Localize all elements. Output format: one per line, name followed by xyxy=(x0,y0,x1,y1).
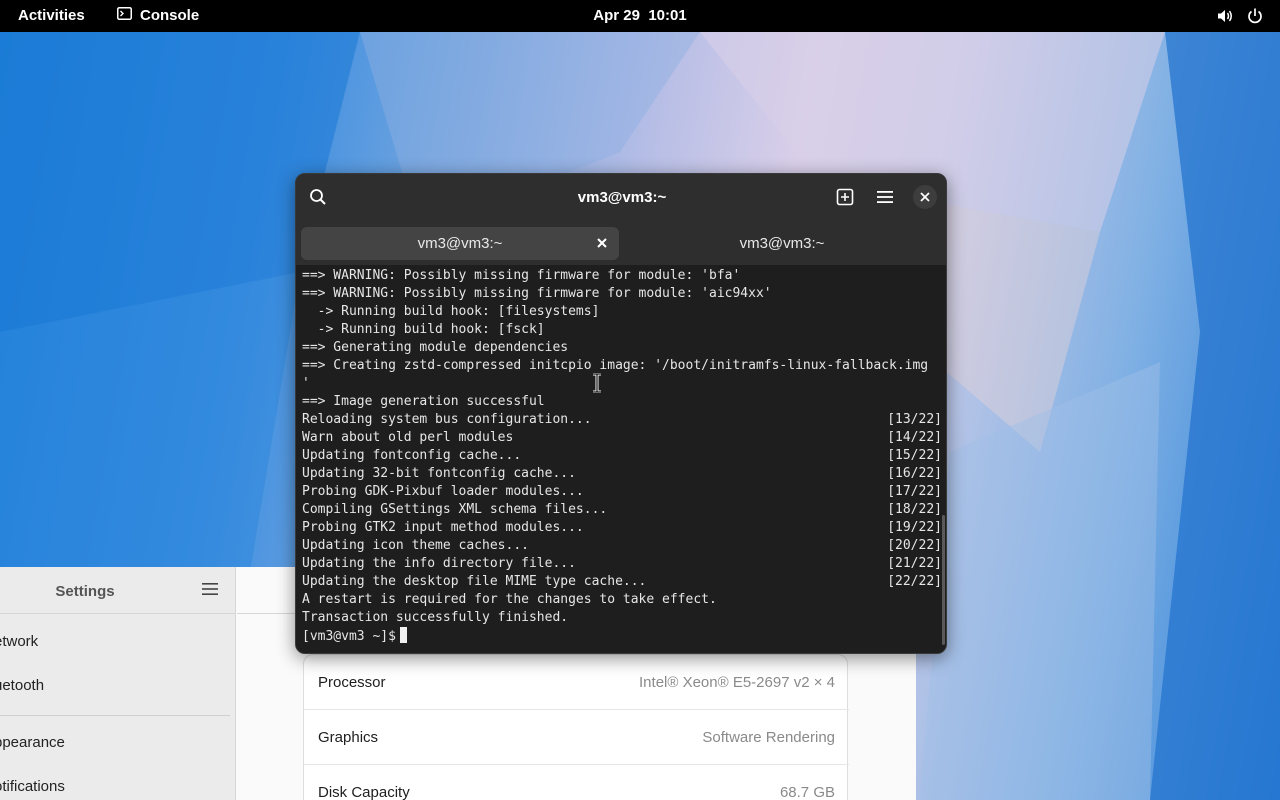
output-line: ==> Creating zstd-compressed initcpio im… xyxy=(302,358,929,373)
output-line: Compiling GSettings XML schema files...[… xyxy=(302,502,942,517)
tab-label: vm3@vm3:~ xyxy=(417,235,503,252)
about-row-processor: Processor Intel® Xeon® E5-2697 v2 × 4 xyxy=(304,655,849,710)
output-line: Transaction successfully finished. xyxy=(302,610,569,625)
progress-count: [14/22] xyxy=(887,430,942,445)
time-label: 10:01 xyxy=(648,7,687,24)
output-line: Updating icon theme caches... [20/22] xyxy=(302,538,942,553)
row-label: Graphics xyxy=(318,728,379,746)
system-tray[interactable] xyxy=(1216,7,1264,29)
row-value: Intel® Xeon® E5-2697 v2 × 4 xyxy=(639,673,835,691)
date-label: Apr 29 xyxy=(593,7,640,24)
progress-count: [19/22] xyxy=(887,520,942,535)
output-line: Updating fontconfig cache... [15/22] xyxy=(302,448,942,463)
tab-inactive[interactable]: vm3@vm3:~ xyxy=(623,227,941,260)
sidebar-item-bluetooth[interactable]: uetooth xyxy=(0,677,44,694)
sidebar-item-appearance[interactable]: ppearance xyxy=(0,734,65,751)
hamburger-menu-icon[interactable] xyxy=(873,185,897,209)
output-line: Probing GTK2 input method modules... [19/… xyxy=(302,520,942,535)
progress-count: [22/22] xyxy=(887,574,942,589)
terminal-icon xyxy=(117,7,132,24)
output-line: ==> Generating module dependencies xyxy=(302,340,569,355)
row-value: 68.7 GB xyxy=(779,783,835,800)
mouse-ibeam-icon xyxy=(592,372,602,398)
terminal-window: vm3@vm3:~ vm3@vm3:~ vm3@vm3:~ ==> WARNIN… xyxy=(295,173,947,654)
progress-count: [16/22] xyxy=(887,466,942,481)
output-line: -> Running build hook: [filesystems] xyxy=(302,304,600,319)
output-line: ==> Image generation successful xyxy=(302,394,545,409)
power-icon[interactable] xyxy=(1246,7,1264,29)
tab-label: vm3@vm3:~ xyxy=(739,235,825,252)
terminal-headerbar: vm3@vm3:~ xyxy=(296,174,946,220)
row-value: Software Rendering xyxy=(702,728,835,746)
output-line: ' xyxy=(302,376,310,391)
about-row-disk-capacity: Disk Capacity 68.7 GB xyxy=(304,765,849,800)
about-panel: Processor Intel® Xeon® E5-2697 v2 × 4 Gr… xyxy=(303,654,849,800)
close-icon[interactable] xyxy=(913,185,937,209)
output-line: Updating the info directory file... [21/2… xyxy=(302,556,942,571)
tab-bar: vm3@vm3:~ vm3@vm3:~ xyxy=(296,220,946,265)
output-line: A restart is required for the changes to… xyxy=(302,592,717,607)
scrollbar[interactable] xyxy=(942,515,945,645)
sidebar-divider xyxy=(0,715,230,716)
settings-sidebar: Settings etwork uetooth ppearance otific… xyxy=(0,567,236,800)
progress-count: [17/22] xyxy=(887,484,942,499)
app-menu-button[interactable]: Console xyxy=(117,7,199,24)
sidebar-header: Settings xyxy=(0,567,235,614)
prompt-line[interactable]: [vm3@vm3 ~]$ xyxy=(302,627,942,645)
settings-title: Settings xyxy=(55,583,115,600)
output-line: Updating 32-bit fontconfig cache... [16/2… xyxy=(302,466,942,481)
window-title: vm3@vm3:~ xyxy=(577,189,667,206)
output-line: Warn about old perl modules [14/22] xyxy=(302,430,942,445)
progress-count: [13/22] xyxy=(887,412,942,427)
search-icon[interactable] xyxy=(306,185,330,209)
terminal-output[interactable]: ==> WARNING: Possibly missing firmware f… xyxy=(296,265,946,653)
top-bar: Activities Console Apr 29 10:01 xyxy=(0,0,1280,32)
row-label: Disk Capacity xyxy=(318,783,410,800)
progress-count: [21/22] xyxy=(887,556,942,571)
close-tab-icon[interactable] xyxy=(595,236,609,250)
clock-button[interactable]: Apr 29 10:01 xyxy=(593,7,686,24)
sidebar-item-notifications[interactable]: otifications xyxy=(0,778,65,795)
output-line: Updating the desktop file MIME type cach… xyxy=(302,574,942,589)
output-line: Reloading system bus configuration... [13… xyxy=(302,412,942,427)
progress-count: [18/22] xyxy=(887,502,942,517)
output-line: ==> WARNING: Possibly missing firmware f… xyxy=(302,268,741,283)
new-tab-icon[interactable] xyxy=(833,185,857,209)
text-cursor xyxy=(399,627,407,643)
output-line: -> Running build hook: [fsck] xyxy=(302,322,545,337)
app-name: Console xyxy=(140,7,200,24)
hamburger-menu-icon[interactable] xyxy=(202,582,218,601)
output-line: Probing GDK-Pixbuf loader modules... [17/… xyxy=(302,484,942,499)
output-line: ==> WARNING: Possibly missing firmware f… xyxy=(302,286,772,301)
tab-active[interactable]: vm3@vm3:~ xyxy=(301,227,619,260)
activities-button[interactable]: Activities xyxy=(18,7,85,24)
volume-icon[interactable] xyxy=(1216,7,1234,29)
sidebar-item-network[interactable]: etwork xyxy=(0,633,38,650)
about-row-graphics: Graphics Software Rendering xyxy=(304,710,849,765)
row-label: Processor xyxy=(318,673,386,691)
progress-count: [15/22] xyxy=(887,448,942,463)
progress-count: [20/22] xyxy=(887,538,942,553)
shell-prompt: [vm3@vm3 ~]$ xyxy=(302,629,396,644)
